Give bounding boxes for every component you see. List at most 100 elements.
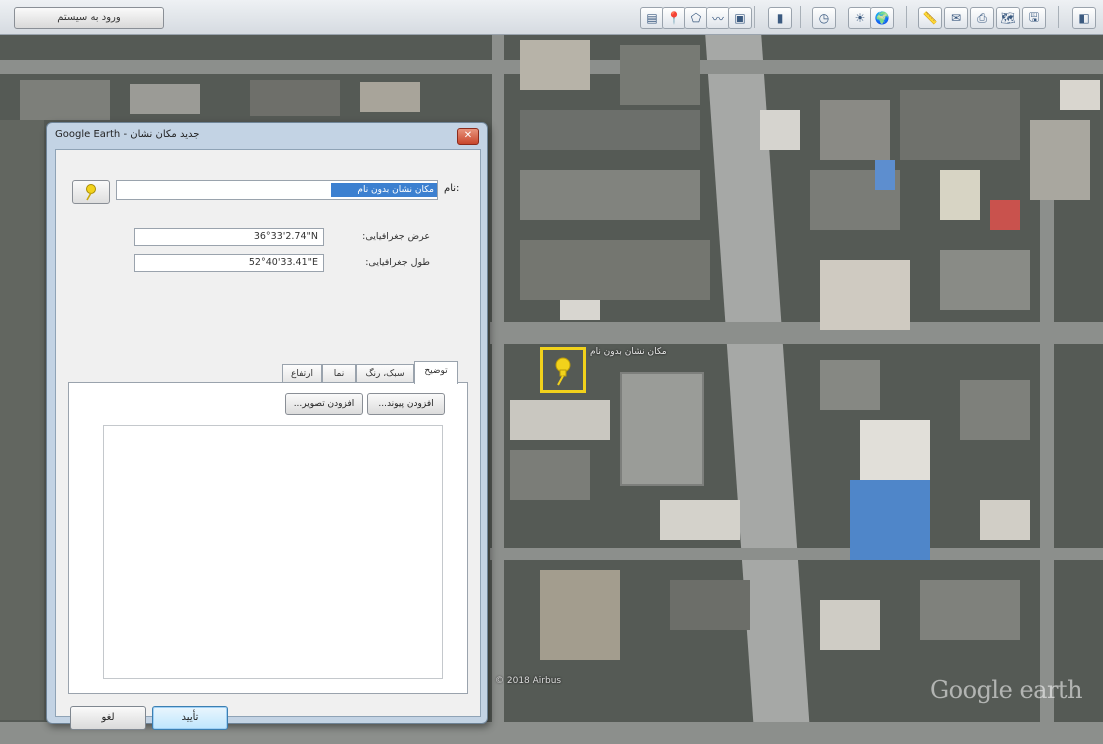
building bbox=[250, 80, 340, 116]
building bbox=[520, 40, 590, 90]
add-path-button[interactable]: 〰 bbox=[706, 7, 730, 29]
building bbox=[960, 380, 1030, 440]
building bbox=[510, 450, 590, 500]
add-placemark-button[interactable]: 📍 bbox=[662, 7, 686, 29]
latitude-label: عرض جغرافیایی: bbox=[362, 231, 430, 242]
dialog-titlebar[interactable]: Google Earth - جدید مکان نشان ✕ bbox=[47, 123, 487, 149]
building bbox=[850, 480, 930, 560]
save-image-button[interactable]: 🖫 bbox=[1022, 7, 1046, 29]
switch-sky-icon: 🌍 bbox=[874, 11, 890, 25]
ok-button[interactable]: تأیید bbox=[152, 706, 228, 730]
sign-in-button[interactable]: ◧ bbox=[1072, 7, 1096, 29]
print-icon: ⎙ bbox=[977, 10, 987, 25]
historical-imagery-icon: ◷ bbox=[818, 11, 830, 25]
building bbox=[660, 500, 740, 540]
building bbox=[860, 420, 930, 480]
building bbox=[510, 400, 610, 440]
building bbox=[980, 500, 1030, 540]
building bbox=[1030, 120, 1090, 200]
toolbar-separator bbox=[906, 6, 907, 28]
google-earth-logo: Google earth bbox=[930, 676, 1083, 704]
building bbox=[670, 580, 750, 630]
sunlight-icon: ☀ bbox=[854, 11, 866, 25]
tab-altitude[interactable]: ارتفاع bbox=[282, 364, 322, 383]
hide-sidebar-button[interactable]: ▤ bbox=[640, 7, 664, 29]
add-image-overlay-button[interactable]: ▣ bbox=[728, 7, 752, 29]
top-toolbar: ورود به سیستم ▤ 📍 ⬠ 〰 ▣ ▮ ◷ ☀ 🌍 📏 ✉ ⎙ 🗺 🖫 ◧ bbox=[0, 0, 1103, 35]
building bbox=[540, 570, 620, 660]
tab-style-color[interactable]: سبک، رنگ bbox=[356, 364, 414, 383]
email-icon: ✉ bbox=[950, 11, 962, 25]
placemark-label: مکان نشان بدون نام bbox=[590, 347, 667, 357]
print-button[interactable]: ⎙ bbox=[970, 7, 994, 29]
building bbox=[520, 170, 700, 220]
pushpin-icon bbox=[86, 184, 96, 201]
building bbox=[820, 100, 890, 160]
tab-view[interactable]: نما bbox=[322, 364, 356, 383]
pushpin-icon bbox=[555, 357, 571, 386]
building bbox=[1060, 80, 1100, 110]
building bbox=[940, 250, 1030, 310]
building bbox=[940, 170, 980, 220]
add-image-overlay-icon: ▣ bbox=[734, 11, 746, 25]
building bbox=[820, 600, 880, 650]
building bbox=[360, 82, 420, 112]
building bbox=[20, 80, 110, 120]
add-polygon-button[interactable]: ⬠ bbox=[684, 7, 708, 29]
sign-in-icon: ◧ bbox=[1078, 11, 1090, 25]
record-tour-icon: ▮ bbox=[776, 11, 784, 25]
add-path-icon: 〰 bbox=[711, 11, 724, 26]
building bbox=[820, 260, 910, 330]
add-polygon-icon: ⬠ bbox=[690, 11, 702, 25]
hide-sidebar-icon: ▤ bbox=[646, 11, 658, 25]
switch-sky-button[interactable]: 🌍 bbox=[870, 7, 894, 29]
name-input-value: مکان نشان بدون نام bbox=[331, 183, 437, 197]
road-lower bbox=[490, 548, 1103, 560]
email-button[interactable]: ✉ bbox=[944, 7, 968, 29]
add-placemark-icon: 📍 bbox=[666, 11, 682, 25]
building bbox=[130, 84, 200, 114]
building bbox=[990, 200, 1020, 230]
record-tour-button[interactable]: ▮ bbox=[768, 7, 792, 29]
building bbox=[820, 360, 880, 410]
name-label: نام: bbox=[444, 183, 460, 194]
name-input[interactable]: مکان نشان بدون نام bbox=[116, 180, 438, 200]
sunlight-button[interactable]: ☀ bbox=[848, 7, 872, 29]
add-image-button[interactable]: افزودن تصویر... bbox=[285, 393, 363, 415]
description-textarea[interactable] bbox=[103, 425, 443, 679]
description-panel: افزودن پیوند... افزودن تصویر... bbox=[68, 382, 468, 694]
ruler-button[interactable]: 📏 bbox=[918, 7, 942, 29]
new-placemark-dialog: Google Earth - جدید مکان نشان ✕ مکان نشا… bbox=[46, 122, 488, 730]
login-button[interactable]: ورود به سیستم bbox=[14, 7, 164, 29]
longitude-label: طول جغرافیایی: bbox=[365, 257, 430, 268]
map-copyright: © 2018 Airbus bbox=[495, 676, 562, 686]
building bbox=[620, 372, 704, 486]
building bbox=[560, 300, 600, 320]
dialog-title: Google Earth - جدید مکان نشان bbox=[55, 129, 200, 140]
add-link-button[interactable]: افزودن پیوند... bbox=[367, 393, 445, 415]
building bbox=[520, 110, 700, 150]
historical-imagery-button[interactable]: ◷ bbox=[812, 7, 836, 29]
toolbar-separator bbox=[800, 6, 801, 28]
building bbox=[875, 160, 895, 190]
road-side-right bbox=[1040, 200, 1054, 744]
placemark-marker[interactable] bbox=[540, 347, 586, 393]
building bbox=[920, 580, 1020, 640]
view-in-maps-icon: 🗺 bbox=[1000, 11, 1016, 25]
save-image-icon: 🖫 bbox=[1028, 9, 1040, 24]
dialog-body: مکان نشان بدون نام نام: 36°33'2.74"N عرض… bbox=[55, 149, 481, 730]
tab-description[interactable]: توضیح bbox=[414, 361, 458, 384]
building bbox=[0, 120, 44, 720]
ruler-icon: 📏 bbox=[922, 11, 938, 25]
building bbox=[620, 45, 700, 105]
view-in-maps-button[interactable]: 🗺 bbox=[996, 7, 1020, 29]
road-side-left bbox=[492, 34, 504, 744]
building bbox=[520, 240, 710, 300]
latitude-input[interactable]: 36°33'2.74"N bbox=[134, 228, 324, 246]
close-button[interactable]: ✕ bbox=[457, 128, 479, 145]
toolbar-separator bbox=[1058, 6, 1059, 28]
placemark-icon-button[interactable] bbox=[72, 180, 110, 204]
road-horizontal bbox=[490, 322, 1103, 344]
cancel-button[interactable]: لغو bbox=[70, 706, 146, 730]
longitude-input[interactable]: 52°40'33.41"E bbox=[134, 254, 324, 272]
